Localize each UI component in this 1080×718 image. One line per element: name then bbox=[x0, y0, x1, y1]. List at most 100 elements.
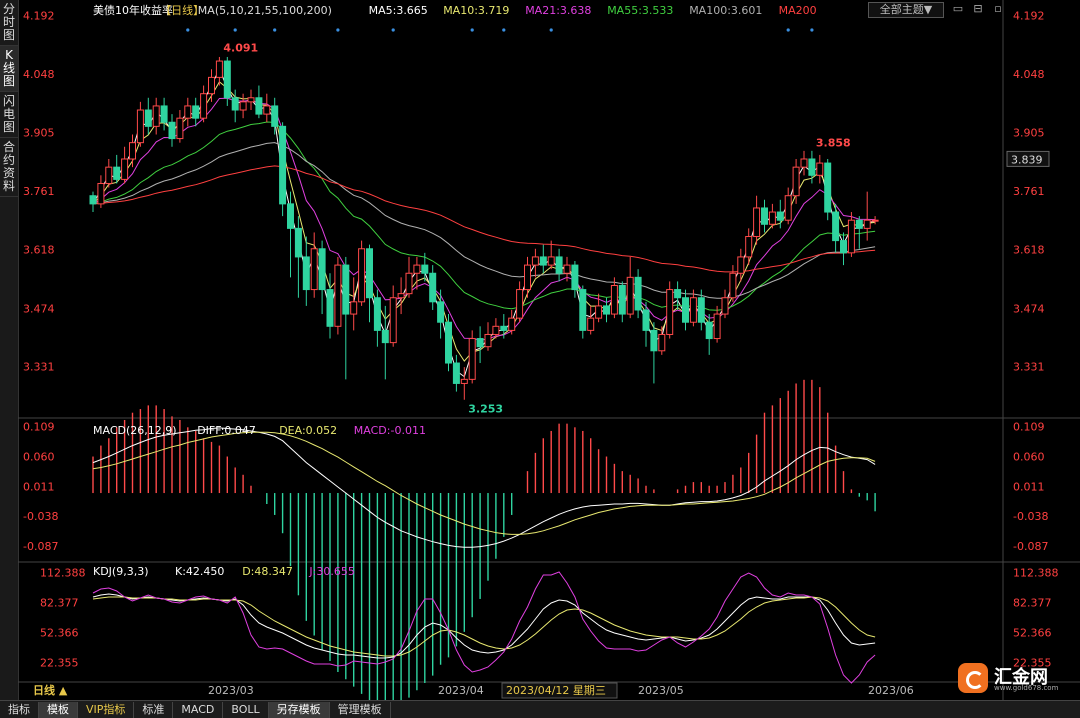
candle-body bbox=[745, 236, 753, 258]
y-tick-left: 3.474 bbox=[23, 302, 55, 315]
candle-body bbox=[302, 256, 310, 291]
tab-indicators[interactable]: 指标 bbox=[0, 701, 39, 718]
y-tick-left: 3.331 bbox=[23, 361, 55, 374]
macd-value: DEA:0.052 bbox=[279, 424, 337, 437]
macd-y-tick-left: -0.038 bbox=[23, 510, 58, 523]
y-tick-right: 4.048 bbox=[1013, 68, 1045, 81]
y-tick-left: 4.048 bbox=[23, 68, 55, 81]
candle-body bbox=[160, 105, 168, 123]
candle-body bbox=[136, 109, 144, 144]
candle-body bbox=[413, 264, 421, 274]
dea-line bbox=[92, 431, 876, 535]
candle-body bbox=[366, 248, 373, 299]
candle-body bbox=[223, 60, 231, 99]
signal-dot bbox=[810, 28, 814, 32]
candle-body bbox=[294, 227, 302, 258]
candle-body bbox=[626, 276, 634, 315]
candle-body bbox=[271, 105, 279, 127]
candle-body bbox=[776, 211, 784, 221]
current-price-label: 3.839 bbox=[1011, 153, 1043, 166]
candle-body bbox=[342, 264, 350, 315]
site-logo: 汇金网 www.gold678.com bbox=[958, 660, 1078, 696]
pin-icon[interactable]: ⊟ bbox=[970, 1, 986, 17]
tab-vip-indicators[interactable]: VIP指标 bbox=[78, 701, 135, 718]
tab-templates[interactable]: 模板 bbox=[39, 701, 78, 718]
kdj-y-tick-left: 112.388 bbox=[40, 567, 86, 580]
theme-dropdown[interactable]: 全部主题▼ bbox=[868, 2, 944, 18]
candle-body bbox=[279, 125, 287, 205]
window-icon[interactable]: ▭ bbox=[950, 1, 966, 17]
candle-body bbox=[524, 264, 531, 291]
x-axis-label: 2023/06 bbox=[868, 684, 914, 697]
candle-body bbox=[508, 317, 516, 331]
y-tick-right: 3.761 bbox=[1013, 185, 1045, 198]
ma-value: MA55:3.533 bbox=[607, 4, 673, 17]
kdj-value: D:48.347 bbox=[242, 565, 293, 578]
candle-body bbox=[800, 158, 808, 168]
candle-body bbox=[484, 333, 492, 348]
settings-icon[interactable]: ▫ bbox=[990, 1, 1006, 17]
kdj-k-line bbox=[92, 593, 876, 659]
tab-boll[interactable]: BOLL bbox=[223, 701, 269, 718]
candle-body bbox=[618, 284, 626, 315]
tab-save-template[interactable]: 另存模板 bbox=[268, 701, 330, 718]
candle-body bbox=[105, 166, 113, 184]
candle-body bbox=[429, 272, 437, 303]
x-axis-label: 2023/03 bbox=[208, 684, 254, 697]
y-tick-right: 3.618 bbox=[1013, 244, 1045, 257]
tab-standard[interactable]: 标准 bbox=[134, 701, 174, 718]
tab-contract-info[interactable]: 合约资料 bbox=[0, 138, 18, 197]
candle-body bbox=[871, 219, 879, 222]
logo-url: www.gold678.com bbox=[994, 684, 1059, 692]
kdj-y-tick-left: 22.355 bbox=[40, 657, 79, 670]
candle-body bbox=[674, 289, 682, 299]
price-annotation: 3.253 bbox=[468, 403, 503, 416]
candle-body bbox=[318, 248, 326, 291]
candle-body bbox=[768, 211, 776, 225]
candle-body bbox=[832, 211, 840, 242]
signal-dot bbox=[186, 28, 190, 32]
period-selector: 日线 ▲ bbox=[33, 683, 68, 697]
tab-manage-templates[interactable]: 管理模板 bbox=[330, 701, 391, 718]
signal-dot bbox=[549, 28, 553, 32]
macd-y-tick-left: 0.060 bbox=[23, 451, 55, 464]
candle-body bbox=[539, 256, 547, 266]
candle-body bbox=[468, 338, 476, 380]
candle-body bbox=[445, 321, 452, 364]
view-tabs: 分时图 K线图 闪电图 合约资料 bbox=[0, 0, 19, 700]
template-tabs: 指标 模板 VIP指标 标准 MACD BOLL 另存模板 管理模板 bbox=[0, 700, 1080, 718]
signal-dot bbox=[273, 28, 277, 32]
signal-dot bbox=[391, 28, 395, 32]
candle-body bbox=[215, 60, 223, 78]
x-axis-label: 2023/04 bbox=[438, 684, 484, 697]
macd-title: MACD(26,12,9) bbox=[93, 424, 177, 437]
macd-y-tick-left: -0.087 bbox=[23, 540, 58, 553]
candle-body bbox=[824, 162, 832, 213]
candle-body bbox=[697, 297, 705, 323]
candle-body bbox=[247, 97, 255, 103]
tab-intraday[interactable]: 分时图 bbox=[0, 0, 18, 46]
price-annotation: 4.091 bbox=[223, 42, 258, 55]
macd-y-tick-right: 0.109 bbox=[1013, 421, 1045, 434]
y-tick-right: 3.474 bbox=[1013, 302, 1045, 315]
macd-value: DIFF:0.047 bbox=[197, 424, 256, 437]
macd-y-tick-right: -0.087 bbox=[1013, 540, 1048, 553]
tab-macd[interactable]: MACD bbox=[173, 701, 224, 718]
candle-body bbox=[531, 256, 539, 266]
chart-area[interactable]: 3.331 3.331 3.474 3.474 3.618 3.618 3.761 3.761… bbox=[18, 0, 1080, 700]
candle-body bbox=[231, 97, 239, 111]
candle-body bbox=[89, 195, 97, 205]
kdj-y-tick-right: 112.388 bbox=[1013, 567, 1059, 580]
candle-body bbox=[847, 219, 855, 254]
candle-body bbox=[610, 284, 618, 315]
candle-body bbox=[705, 321, 713, 340]
tab-flash[interactable]: 闪电图 bbox=[0, 92, 18, 138]
candle-body bbox=[689, 297, 697, 323]
ma-value: MA5:3.665 bbox=[369, 4, 428, 17]
candle-body bbox=[452, 362, 460, 384]
candle-body bbox=[184, 105, 192, 119]
candle-body bbox=[437, 301, 445, 323]
macd-y-tick-left: 0.011 bbox=[23, 480, 55, 493]
tab-kline[interactable]: K线图 bbox=[0, 46, 18, 92]
kdj-y-tick-right: 52.366 bbox=[1013, 627, 1052, 640]
